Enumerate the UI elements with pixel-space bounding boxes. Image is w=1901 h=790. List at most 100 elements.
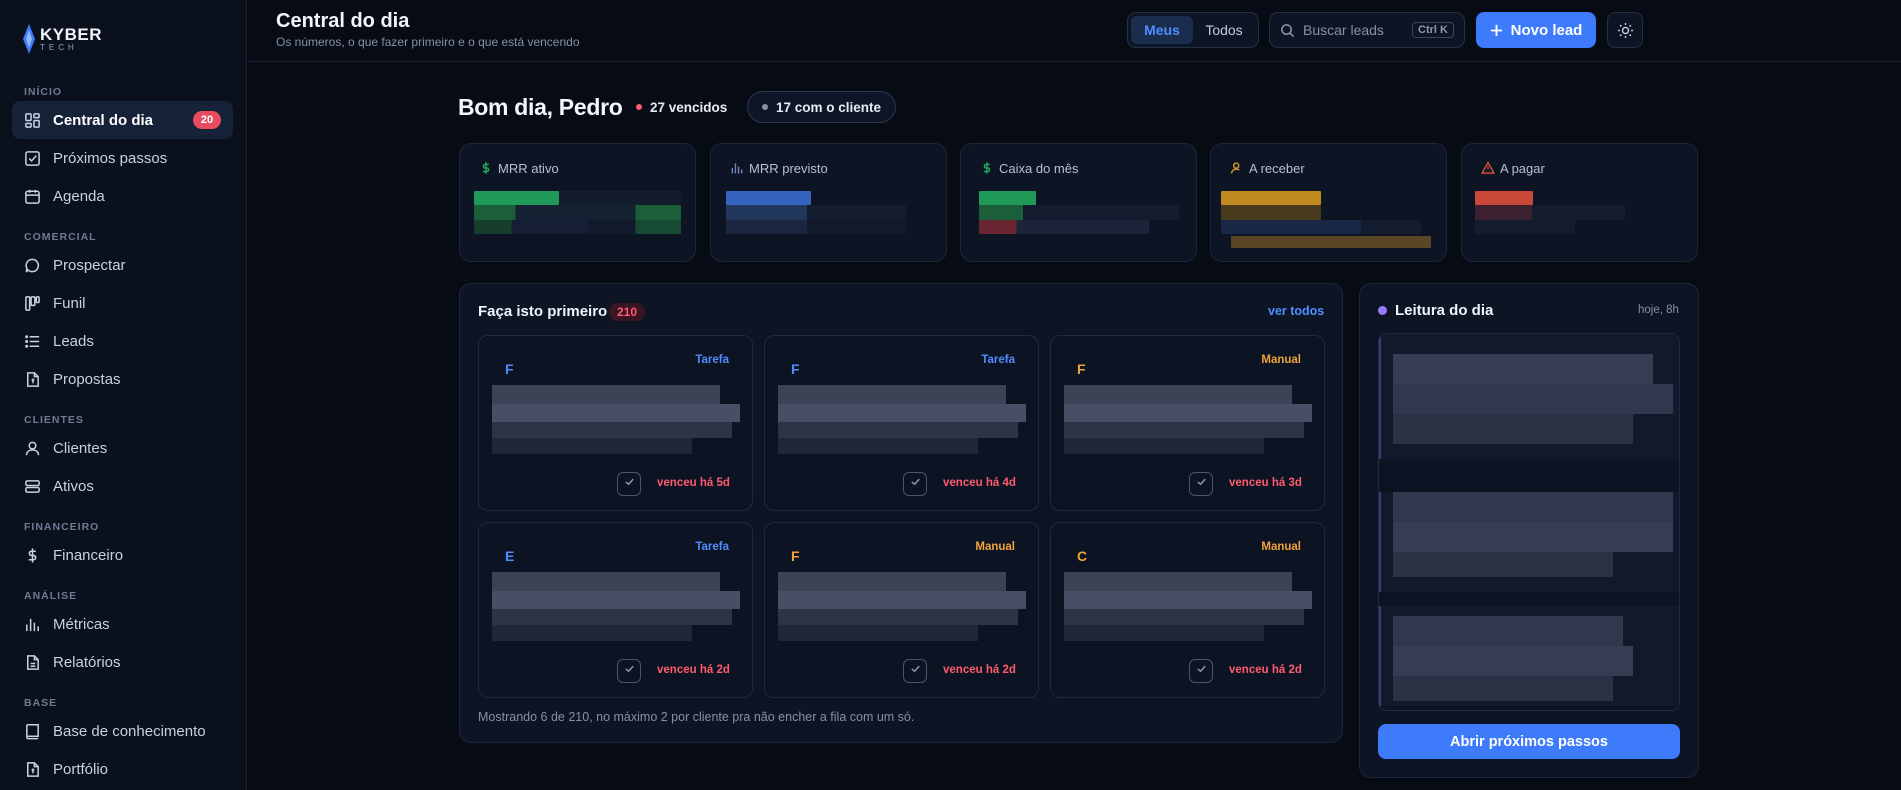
stat-card-mrr-ativo[interactable]: MRR ativo <box>459 143 696 262</box>
search-box[interactable]: Ctrl K <box>1269 12 1465 48</box>
sidebar-item-label: Funil <box>53 294 86 312</box>
nav-section-analise: ANÁLISE <box>24 590 78 602</box>
redacted-line <box>778 385 1006 404</box>
sidebar-item-leads[interactable]: Leads <box>12 322 233 360</box>
report-icon <box>27 654 39 670</box>
redacted-line <box>1393 492 1673 522</box>
check-icon <box>1195 662 1208 680</box>
sidebar-item-proximos-passos[interactable]: Próximos passos <box>12 139 233 177</box>
filter-all-button[interactable]: Todos <box>1193 16 1255 44</box>
sidebar-item-label: Portfólio <box>53 760 109 778</box>
notification-badge: 20 <box>193 111 221 129</box>
stat-card-a-pagar[interactable]: A pagar <box>1461 143 1698 262</box>
complete-task-checkbox[interactable] <box>1189 659 1213 683</box>
with-client-chip[interactable]: 17 com o cliente <box>747 91 897 123</box>
redacted-value <box>1475 205 1625 220</box>
redacted-line <box>492 625 692 641</box>
redacted-line <box>778 438 978 454</box>
task-card[interactable]: C Manual venceu há 2d <box>1050 522 1325 698</box>
sidebar-item-label: Relatórios <box>53 653 121 671</box>
sidebar-item-funil[interactable]: Funil <box>12 284 233 322</box>
task-type-label: Tarefa <box>981 354 1015 366</box>
redacted-paragraph <box>1379 334 1679 459</box>
sidebar-item-financeiro[interactable]: Financeiro <box>12 536 233 574</box>
redacted-value <box>1231 236 1431 248</box>
redacted-line <box>778 572 1006 591</box>
stat-label: A receber <box>1249 161 1305 176</box>
sidebar-item-label: Financeiro <box>53 546 124 564</box>
warning-icon <box>1481 161 1495 174</box>
sidebar-item-base-de-conhecimento[interactable]: Base de conhecimento <box>12 712 233 750</box>
greeting-title: Bom dia, Pedro <box>458 94 623 120</box>
first-tasks-count: 210 <box>609 303 646 321</box>
task-card[interactable]: F Tarefa venceu há 4d <box>764 335 1039 511</box>
task-due-label: venceu há 5d <box>657 477 730 489</box>
sidebar-item-metricas[interactable]: Métricas <box>12 605 233 643</box>
top-header: Central do dia Os números, o que fazer p… <box>248 0 1901 62</box>
complete-task-checkbox[interactable] <box>903 659 927 683</box>
first-tasks-title: Faça isto primeiro <box>478 303 608 320</box>
sidebar-item-relatorios[interactable]: Relatórios <box>12 643 233 681</box>
sidebar-item-label: Central do dia <box>53 111 154 129</box>
open-next-steps-button[interactable]: Abrir próximos passos <box>1378 724 1680 759</box>
checkbox-icon <box>25 150 40 166</box>
redacted-line <box>1393 676 1613 701</box>
overdue-chip[interactable]: 27 vencidos <box>636 91 727 123</box>
sidebar-item-ativos[interactable]: Ativos <box>12 467 233 505</box>
sidebar-item-prospectar[interactable]: Prospectar <box>12 246 233 284</box>
sidebar-item-clientes[interactable]: Clientes <box>12 429 233 467</box>
sidebar-item-propostas[interactable]: Propostas <box>12 360 233 398</box>
task-avatar-letter: F <box>505 361 514 377</box>
check-icon <box>909 662 922 680</box>
redacted-line <box>1064 404 1312 422</box>
sidebar-item-central-do-dia[interactable]: Central do dia 20 <box>12 101 233 139</box>
reading-content[interactable] <box>1378 333 1680 711</box>
redacted-line <box>492 438 692 454</box>
redacted-line <box>1393 414 1633 444</box>
kanban-icon <box>25 295 40 311</box>
bar-chart-icon <box>26 618 39 631</box>
task-card[interactable]: E Tarefa venceu há 2d <box>478 522 753 698</box>
task-avatar-letter: E <box>505 548 515 564</box>
bar-chart-icon <box>731 163 743 174</box>
sun-icon <box>1617 22 1633 38</box>
complete-task-checkbox[interactable] <box>1189 472 1213 496</box>
user-icon <box>25 441 40 455</box>
sidebar-item-label: Ativos <box>53 477 94 495</box>
task-due-label: venceu há 2d <box>657 664 730 676</box>
redacted-line <box>492 591 740 609</box>
stat-label: A pagar <box>1500 161 1545 176</box>
new-lead-button[interactable]: Novo lead <box>1476 12 1596 48</box>
task-card[interactable]: F Manual venceu há 3d <box>1050 335 1325 511</box>
redacted-line <box>492 385 720 404</box>
stat-card-caixa-do-mes[interactable]: Caixa do mês <box>960 143 1197 262</box>
redacted-value <box>474 191 559 205</box>
redacted-paragraph <box>1379 606 1679 706</box>
task-card[interactable]: F Manual venceu há 2d <box>764 522 1039 698</box>
filter-mine-button[interactable]: Meus <box>1131 16 1193 44</box>
search-input[interactable] <box>1303 22 1403 38</box>
stat-card-a-receber[interactable]: A receber <box>1210 143 1447 262</box>
stat-label: MRR previsto <box>749 161 828 176</box>
complete-task-checkbox[interactable] <box>903 472 927 496</box>
see-all-link[interactable]: ver todos <box>1268 304 1324 318</box>
list-icon <box>25 334 40 348</box>
complete-task-checkbox[interactable] <box>617 659 641 683</box>
stat-card-mrr-previsto[interactable]: MRR previsto <box>710 143 947 262</box>
document-icon <box>27 371 39 387</box>
sidebar-item-portfolio[interactable]: Portfólio <box>12 750 233 788</box>
brand-logo[interactable]: KYBER TECH <box>22 24 102 54</box>
complete-task-checkbox[interactable] <box>617 472 641 496</box>
check-icon <box>1195 475 1208 493</box>
redacted-value <box>979 220 1149 234</box>
check-icon <box>623 475 636 493</box>
theme-toggle-button[interactable] <box>1607 12 1643 48</box>
dollar-icon <box>983 162 991 174</box>
stat-label: Caixa do mês <box>999 161 1079 176</box>
sidebar-item-agenda[interactable]: Agenda <box>12 177 233 215</box>
redacted-value <box>559 191 681 205</box>
task-card[interactable]: F Tarefa venceu há 5d <box>478 335 753 511</box>
redacted-line <box>1393 384 1673 414</box>
sidebar-item-label: Base de conhecimento <box>53 722 206 740</box>
check-icon <box>623 662 636 680</box>
